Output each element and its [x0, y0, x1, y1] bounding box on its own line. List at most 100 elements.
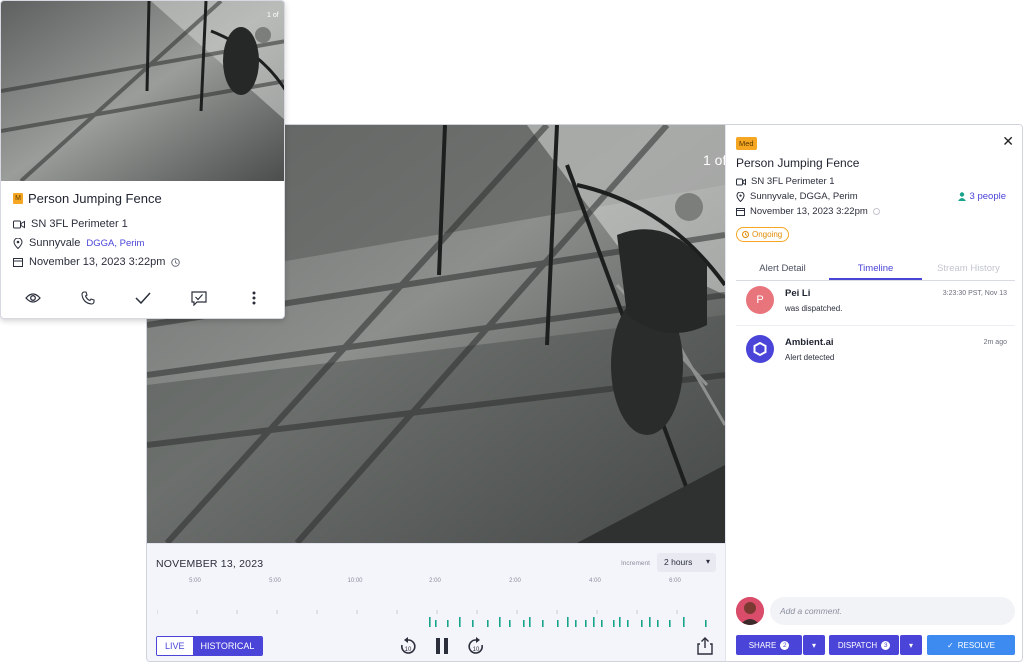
- event-marker[interactable]: [529, 617, 531, 627]
- forward-seconds: 10: [473, 647, 480, 653]
- datetime-row: November 13, 2023 3:22pm: [736, 206, 880, 217]
- historical-button[interactable]: HISTORICAL: [192, 637, 263, 655]
- video-counter-overlay: 1 of: [703, 152, 725, 168]
- event-marker[interactable]: [472, 620, 474, 627]
- acknowledge-button[interactable]: [132, 288, 154, 308]
- clock-icon: [742, 231, 749, 238]
- camera-name: SN 3FL Perimeter 1: [31, 218, 128, 230]
- chevron-down-icon: ▾: [705, 557, 710, 566]
- event-marker[interactable]: [435, 620, 437, 627]
- entry-time: 2m ago: [983, 339, 1007, 346]
- tick-label: 2:00: [429, 578, 441, 584]
- event-marker[interactable]: [509, 620, 511, 627]
- clock-icon: [872, 208, 880, 215]
- call-button[interactable]: [77, 288, 99, 308]
- entry-text: was dispatched.: [785, 304, 843, 313]
- tick-label: 5:00: [189, 578, 201, 584]
- card-action-bar: [1, 288, 284, 308]
- event-marker[interactable]: [542, 620, 544, 627]
- calendar-icon: [13, 258, 23, 267]
- event-marker[interactable]: [657, 620, 659, 627]
- people-link[interactable]: 3 people: [957, 191, 1006, 202]
- detail-tabs: Alert Detail Timeline Stream History: [736, 259, 1015, 281]
- more-vert-icon: [252, 291, 256, 305]
- event-marker[interactable]: [567, 617, 569, 627]
- timeline-scrubber[interactable]: [157, 592, 717, 638]
- alert-datetime: November 13, 2023 3:22pm: [750, 206, 868, 217]
- entry-text: Alert detected: [785, 353, 835, 362]
- increment-select[interactable]: 2 hours ▾: [657, 553, 716, 572]
- event-marker[interactable]: [575, 620, 577, 627]
- dispatch-button[interactable]: DISPATCH 3: [829, 635, 899, 655]
- resolve-comment-button[interactable]: [188, 288, 210, 308]
- view-button[interactable]: [22, 288, 44, 308]
- event-marker[interactable]: [429, 617, 431, 627]
- video-timeline-panel: NOVEMBER 13, 2023 Increment 2 hours ▾ 5:…: [147, 543, 725, 661]
- location-pin-icon: [736, 191, 745, 202]
- comment-input[interactable]: Add a comment.: [770, 597, 1015, 625]
- eye-icon: [24, 293, 41, 303]
- check-icon: ✓: [947, 640, 954, 650]
- rewind-icon: 10: [401, 637, 416, 654]
- event-marker[interactable]: [601, 620, 603, 627]
- tab-timeline[interactable]: Timeline: [829, 259, 922, 280]
- event-marker[interactable]: [487, 620, 489, 627]
- camera-icon: [13, 220, 25, 228]
- live-button[interactable]: LIVE: [157, 637, 193, 655]
- user-avatar: [736, 597, 764, 625]
- close-icon[interactable]: ✕: [1002, 133, 1014, 150]
- event-marker[interactable]: [683, 617, 685, 627]
- rewind-10-button[interactable]: 10: [397, 636, 419, 656]
- share-count: 2: [780, 640, 790, 650]
- location-row: Sunnyvale DGGA, Perim: [13, 237, 144, 249]
- location-text: Sunnyvale, DGGA, Perim: [750, 191, 858, 202]
- forward-10-button[interactable]: 10: [465, 636, 487, 656]
- location-tags-link[interactable]: DGGA, Perim: [86, 238, 144, 249]
- event-marker[interactable]: [627, 620, 629, 627]
- event-marker[interactable]: [649, 617, 651, 627]
- dispatch-menu-button[interactable]: ▾: [900, 635, 922, 655]
- alert-datetime: November 13, 2023 3:22pm: [29, 256, 166, 268]
- chat-check-icon: [191, 290, 207, 306]
- more-options-button[interactable]: [243, 288, 265, 308]
- live-historical-toggle: LIVE HISTORICAL: [156, 636, 264, 656]
- alert-thumbnail[interactable]: 1 of: [1, 1, 284, 181]
- resolve-button[interactable]: ✓ RESOLVE: [927, 635, 1015, 655]
- card-title: Person Jumping Fence: [28, 191, 162, 206]
- tick-label: 10:00: [347, 578, 363, 584]
- chevron-down-icon: ▾: [908, 640, 913, 650]
- tab-alert-detail[interactable]: Alert Detail: [736, 259, 829, 280]
- share-button[interactable]: SHARE 2: [736, 635, 802, 655]
- event-marker[interactable]: [523, 620, 525, 627]
- event-marker[interactable]: [585, 620, 587, 627]
- card-title-row: M Person Jumping Fence: [13, 191, 162, 206]
- timeline-date: NOVEMBER 13, 2023: [156, 558, 264, 570]
- event-marker[interactable]: [613, 620, 615, 627]
- rewind-seconds: 10: [405, 647, 412, 653]
- event-marker[interactable]: [669, 620, 671, 627]
- event-marker[interactable]: [459, 617, 461, 627]
- thumbnail-counter-overlay: 1 of: [267, 12, 279, 19]
- hexagon-icon: [753, 342, 767, 356]
- tab-stream-history[interactable]: Stream History: [922, 259, 1015, 280]
- pause-icon: [436, 638, 448, 654]
- camera-row: SN 3FL Perimeter 1: [13, 218, 128, 230]
- event-marker[interactable]: [641, 620, 643, 627]
- event-marker[interactable]: [447, 620, 449, 627]
- thumbnail-frame-illustration: 1 of: [1, 1, 284, 181]
- event-marker[interactable]: [557, 620, 559, 627]
- tick-label: 4:00: [589, 578, 601, 584]
- dispatch-count: 3: [881, 640, 891, 650]
- camera-icon: [736, 178, 746, 185]
- pause-button[interactable]: [431, 636, 453, 656]
- event-marker[interactable]: [705, 620, 707, 627]
- event-marker[interactable]: [619, 617, 621, 627]
- event-marker[interactable]: [499, 617, 501, 627]
- alert-card[interactable]: 1 of M Person Jumping Fence SN 3FL Perim…: [0, 0, 285, 319]
- share-menu-button[interactable]: ▾: [803, 635, 825, 655]
- export-button[interactable]: [697, 637, 713, 660]
- forward-icon: 10: [468, 637, 483, 654]
- status-badge: Ongoing: [736, 227, 790, 242]
- severity-badge: Med: [736, 137, 757, 150]
- event-marker[interactable]: [593, 617, 595, 627]
